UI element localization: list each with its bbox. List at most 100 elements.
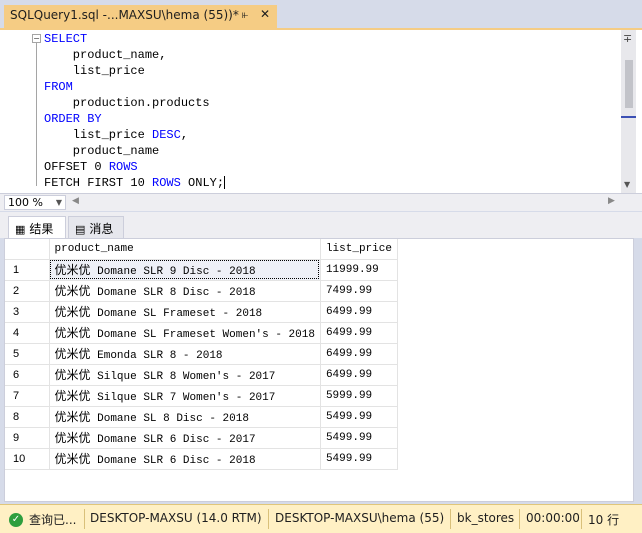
editor-vertical-scrollbar[interactable]: ∓ ▼	[621, 30, 636, 193]
status-divider	[450, 509, 451, 529]
server-name: DESKTOP-MAXSU (14.0 RTM)	[90, 511, 262, 525]
product-name-prefix: 优米优	[54, 326, 91, 340]
results-table: product_name list_price 1 优米优 Domane SLR …	[5, 239, 398, 470]
column-header-product-name[interactable]: product_name	[49, 239, 321, 260]
table-row[interactable]: 5 优米优 Emonda SLR 8 - 2018 6499.99	[5, 343, 398, 365]
cell-list-price[interactable]: 6499.99	[320, 343, 398, 365]
success-check-icon: ✓	[9, 513, 23, 527]
product-name-prefix: 优米优	[54, 452, 91, 466]
table-row[interactable]: 6 优米优 Silque SLR 8 Women's - 2017 6499.99	[5, 364, 398, 386]
cell-list-price[interactable]: 5499.99	[320, 427, 398, 449]
caret-position-marker	[621, 116, 636, 118]
tab-results[interactable]: ▦ 结果	[8, 216, 66, 238]
zoom-select[interactable]: 100 % ▼	[4, 195, 66, 210]
table-row[interactable]: 10 优米优 Domane SLR 6 Disc - 2018 5499.99	[5, 448, 398, 470]
row-number[interactable]: 6	[5, 364, 50, 386]
code-line[interactable]: list_price DESC,	[44, 127, 225, 143]
sql-text: OFFSET 0	[44, 160, 109, 174]
sql-code[interactable]: SELECT product_name, list_price FROM prod…	[44, 31, 226, 191]
column-header-list-price[interactable]: list_price	[320, 239, 398, 260]
table-row[interactable]: 1 优米优 Domane SLR 9 Disc - 2018 11999.99	[5, 259, 398, 281]
tab-messages[interactable]: ▤ 消息	[68, 216, 124, 238]
code-line[interactable]: FROM	[44, 79, 225, 95]
row-number[interactable]: 7	[5, 385, 50, 407]
product-name-prefix: 优米优	[54, 305, 91, 319]
product-name-text: Domane SLR 6 Disc - 2017	[90, 434, 256, 446]
pin-icon[interactable]: ⫦	[242, 8, 248, 22]
collapse-icon[interactable]: −	[32, 34, 41, 43]
code-line[interactable]: product_name	[44, 143, 225, 159]
tab-messages-label: 消息	[89, 222, 114, 236]
query-document-tab[interactable]: SQLQuery1.sql -...MAXSU\hema (55))* ⫦ ✕	[4, 5, 277, 28]
cell-product-name[interactable]: 优米优 Domane SLR 6 Disc - 2018	[49, 448, 321, 470]
cell-list-price[interactable]: 11999.99	[320, 259, 398, 281]
row-number[interactable]: 5	[5, 343, 50, 365]
code-line[interactable]: list_price	[44, 63, 225, 79]
sql-keyword: ORDER BY	[44, 112, 102, 126]
cell-product-name[interactable]: 优米优 Domane SLR 6 Disc - 2017	[49, 427, 321, 449]
code-line[interactable]: ORDER BY	[44, 111, 225, 127]
code-line[interactable]: OFFSET 0 ROWS	[44, 159, 225, 175]
cell-product-name[interactable]: 优米优 Silque SLR 8 Women's - 2017	[49, 364, 321, 386]
cell-product-name[interactable]: 优米优 Silque SLR 7 Women's - 2017	[49, 385, 321, 407]
cell-product-name[interactable]: 优米优 Domane SL 8 Disc - 2018	[49, 406, 321, 428]
table-row[interactable]: 4 优米优 Domane SL Frameset Women's - 2018 64…	[5, 322, 398, 344]
product-name-text: Silque SLR 8 Women's - 2017	[90, 371, 276, 383]
scroll-left-icon[interactable]: ◀	[72, 196, 79, 206]
cell-list-price[interactable]: 6499.99	[320, 364, 398, 386]
status-divider	[519, 509, 520, 529]
scroll-thumb[interactable]	[625, 60, 633, 108]
connection-user: DESKTOP-MAXSU\hema (55)	[275, 511, 445, 525]
cell-product-name[interactable]: 优米优 Emonda SLR 8 - 2018	[49, 343, 321, 365]
sql-editor[interactable]: − SELECT product_name, list_price FROM pr…	[0, 28, 642, 193]
table-row[interactable]: 9 优米优 Domane SLR 6 Disc - 2017 5499.99	[5, 427, 398, 449]
row-number[interactable]: 4	[5, 322, 50, 344]
cell-product-name[interactable]: 优米优 Domane SLR 9 Disc - 2018	[49, 259, 321, 281]
elapsed-time: 00:00:00	[526, 511, 580, 525]
cell-product-name[interactable]: 优米优 Domane SLR 8 Disc - 2018	[49, 280, 321, 302]
cell-product-name[interactable]: 优米优 Domane SL Frameset - 2018	[49, 301, 321, 323]
row-number[interactable]: 8	[5, 406, 50, 428]
code-line[interactable]: SELECT	[44, 31, 225, 47]
cell-list-price[interactable]: 7499.99	[320, 280, 398, 302]
sql-keyword: DESC	[152, 128, 181, 142]
product-name-prefix: 优米优	[54, 368, 91, 382]
row-number[interactable]: 2	[5, 280, 50, 302]
table-row[interactable]: 2 优米优 Domane SLR 8 Disc - 2018 7499.99	[5, 280, 398, 302]
split-icon[interactable]: ∓	[623, 32, 632, 45]
table-row[interactable]: 7 优米优 Silque SLR 7 Women's - 2017 5999.99	[5, 385, 398, 407]
cell-list-price[interactable]: 5999.99	[320, 385, 398, 407]
scroll-right-icon[interactable]: ▶	[608, 196, 615, 206]
table-row[interactable]: 3 优米优 Domane SL Frameset - 2018 6499.99	[5, 301, 398, 323]
table-row[interactable]: 8 优米优 Domane SL 8 Disc - 2018 5499.99	[5, 406, 398, 428]
cell-product-name[interactable]: 优米优 Domane SL Frameset Women's - 2018	[49, 322, 321, 344]
product-name-text: Domane SLR 9 Disc - 2018	[90, 266, 256, 278]
results-grid[interactable]: product_name list_price 1 优米优 Domane SLR …	[4, 238, 634, 502]
header-row: product_name list_price	[5, 239, 398, 260]
product-name-prefix: 优米优	[54, 410, 91, 424]
cell-list-price[interactable]: 6499.99	[320, 322, 398, 344]
cell-list-price[interactable]: 5499.99	[320, 448, 398, 470]
code-line[interactable]: product_name,	[44, 47, 225, 63]
code-line[interactable]: production.products	[44, 95, 225, 111]
row-number[interactable]: 9	[5, 427, 50, 449]
status-divider	[581, 509, 582, 529]
cell-list-price[interactable]: 5499.99	[320, 406, 398, 428]
scroll-down-icon[interactable]: ▼	[624, 180, 630, 189]
sql-text: product_name,	[44, 48, 167, 62]
sql-keyword: ROWS	[108, 160, 138, 174]
sql-text: ONLY;	[180, 176, 225, 190]
code-line[interactable]: FETCH FIRST 10 ROWS ONLY;	[44, 175, 226, 191]
row-number[interactable]: 1	[5, 259, 50, 281]
row-number[interactable]: 3	[5, 301, 50, 323]
tab-results-label: 结果	[29, 222, 54, 236]
row-number[interactable]: 10	[5, 448, 50, 470]
results-tab-bar: ▦ 结果 ▤ 消息	[0, 212, 642, 238]
product-name-prefix: 优米优	[54, 263, 91, 277]
row-number-header[interactable]	[5, 239, 50, 260]
editor-gutter	[0, 30, 26, 193]
cell-list-price[interactable]: 6499.99	[320, 301, 398, 323]
sql-text: ,	[180, 128, 189, 142]
close-icon[interactable]: ✕	[260, 7, 270, 21]
text-caret	[224, 176, 226, 190]
